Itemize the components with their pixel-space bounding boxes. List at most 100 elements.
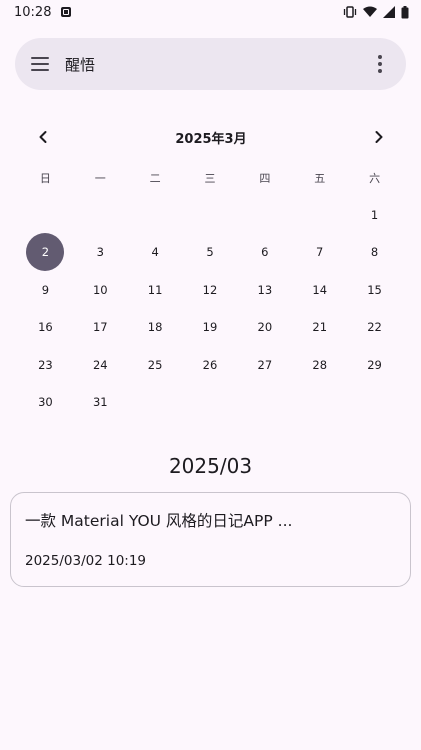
weekday-label: 五 — [314, 172, 326, 185]
day-number: 5 — [206, 245, 214, 260]
day-cell[interactable]: 10 — [73, 271, 128, 309]
day-number: 28 — [312, 357, 328, 372]
day-number: 8 — [370, 245, 379, 260]
day-number: 29 — [367, 357, 382, 372]
day-cell[interactable]: 18 — [128, 309, 183, 347]
day-cell[interactable]: 5 — [183, 234, 238, 272]
day-cell[interactable]: 31 — [73, 384, 128, 422]
diary-entry-card[interactable]: 一款 Material YOU 风格的日记APP ... 2025/03/02 … — [10, 492, 411, 587]
weekday-label: 日 — [39, 172, 51, 185]
day-number: 20 — [257, 320, 273, 335]
more-vert-icon[interactable] — [370, 52, 390, 76]
day-number: 12 — [202, 282, 218, 297]
day-cell[interactable]: 27 — [237, 346, 292, 384]
day-blank — [128, 196, 183, 234]
day-cell[interactable]: 28 — [292, 346, 347, 384]
day-number: 4 — [151, 245, 159, 260]
day-cell[interactable]: 12 — [183, 271, 238, 309]
battery-icon — [401, 5, 409, 18]
entry-timestamp: 2025/03/02 10:19 — [25, 553, 147, 569]
day-number: 6 — [261, 245, 269, 260]
status-right — [343, 5, 409, 19]
day-cell[interactable]: 11 — [128, 271, 183, 309]
day-number: 7 — [316, 245, 324, 260]
day-cell-selected[interactable]: 2 — [18, 233, 73, 272]
day-cell[interactable]: 15 — [347, 271, 402, 309]
day-blank — [292, 196, 347, 234]
day-cell[interactable]: 24 — [73, 346, 128, 384]
chevron-right-icon — [375, 131, 383, 143]
status-bar: 10:28 — [0, 0, 421, 24]
day-number: 16 — [38, 320, 53, 335]
day-number: 10 — [92, 282, 108, 297]
day-cell[interactable]: 8 — [347, 234, 402, 272]
day-number: 27 — [257, 357, 273, 372]
day-blank — [18, 196, 73, 234]
day-number: 26 — [202, 357, 218, 372]
day-number: 15 — [367, 282, 382, 297]
day-cell[interactable]: 23 — [18, 346, 73, 384]
day-number: 25 — [147, 357, 163, 372]
day-cell[interactable]: 9 — [18, 271, 73, 309]
day-cell[interactable]: 30 — [18, 384, 73, 422]
search-bar-title: 醒悟 — [65, 55, 96, 74]
month-title: 2025/03 — [168, 454, 253, 478]
search-bar[interactable]: 醒悟 — [15, 38, 406, 90]
weekday-label: 一 — [94, 172, 106, 185]
day-number: 9 — [41, 282, 50, 297]
day-number: 14 — [312, 282, 328, 297]
day-number: 24 — [92, 357, 108, 372]
vibrate-icon — [343, 6, 357, 18]
day-number: 2 — [26, 233, 65, 272]
day-cell[interactable]: 19 — [183, 309, 238, 347]
month-label: 2025年3月 — [175, 131, 247, 147]
day-number: 23 — [38, 357, 53, 372]
calendar-header: 2025年3月 — [30, 124, 392, 150]
day-cell[interactable]: 20 — [237, 309, 292, 347]
day-blank — [237, 196, 292, 234]
day-cell[interactable]: 4 — [128, 234, 183, 272]
day-number: 21 — [312, 320, 328, 335]
day-cell[interactable]: 6 — [237, 234, 292, 272]
status-time: 10:28 — [14, 4, 52, 20]
day-cell[interactable]: 22 — [347, 309, 402, 347]
day-cell[interactable]: 26 — [183, 346, 238, 384]
weekday-label: 六 — [369, 172, 381, 185]
calendar-grid: 1 2 3 4 5 6 7 8 9 10 11 12 13 14 15 16 17 18 19 20 21 22 23 24 2… — [18, 196, 402, 421]
wifi-icon — [363, 6, 377, 17]
day-cell[interactable]: 29 — [347, 346, 402, 384]
signal-icon — [383, 6, 395, 18]
weekday-label: 二 — [149, 172, 161, 185]
chevron-left-icon — [39, 131, 47, 143]
menu-icon[interactable] — [31, 54, 51, 74]
weekday-label: 四 — [259, 172, 271, 185]
day-number: 18 — [147, 320, 163, 335]
day-cell[interactable]: 7 — [292, 234, 347, 272]
day-number: 3 — [96, 245, 104, 260]
day-cell[interactable]: 14 — [292, 271, 347, 309]
day-cell[interactable]: 13 — [237, 271, 292, 309]
day-number: 30 — [38, 395, 53, 410]
day-number: 17 — [92, 320, 108, 335]
status-left: 10:28 — [14, 4, 72, 20]
day-number: 31 — [92, 395, 108, 410]
weekday-label: 三 — [204, 172, 216, 185]
notification-icon — [61, 7, 72, 17]
entry-text: 一款 Material YOU 风格的日记APP ... — [25, 512, 293, 530]
day-cell[interactable]: 3 — [73, 234, 128, 272]
day-number: 13 — [257, 282, 273, 297]
day-cell[interactable]: 25 — [128, 346, 183, 384]
day-number: 22 — [367, 320, 382, 335]
day-cell[interactable]: 17 — [73, 309, 128, 347]
day-number: 1 — [370, 207, 379, 222]
day-blank — [73, 196, 128, 234]
day-number: 19 — [202, 320, 218, 335]
prev-month-button[interactable] — [30, 124, 56, 150]
day-number: 11 — [147, 282, 163, 297]
day-blank — [183, 196, 238, 234]
day-cell[interactable]: 1 — [347, 196, 402, 234]
next-month-button[interactable] — [366, 124, 392, 150]
day-cell[interactable]: 21 — [292, 309, 347, 347]
day-cell[interactable]: 16 — [18, 309, 73, 347]
weekday-row: 日一二三四五六 — [18, 168, 402, 190]
